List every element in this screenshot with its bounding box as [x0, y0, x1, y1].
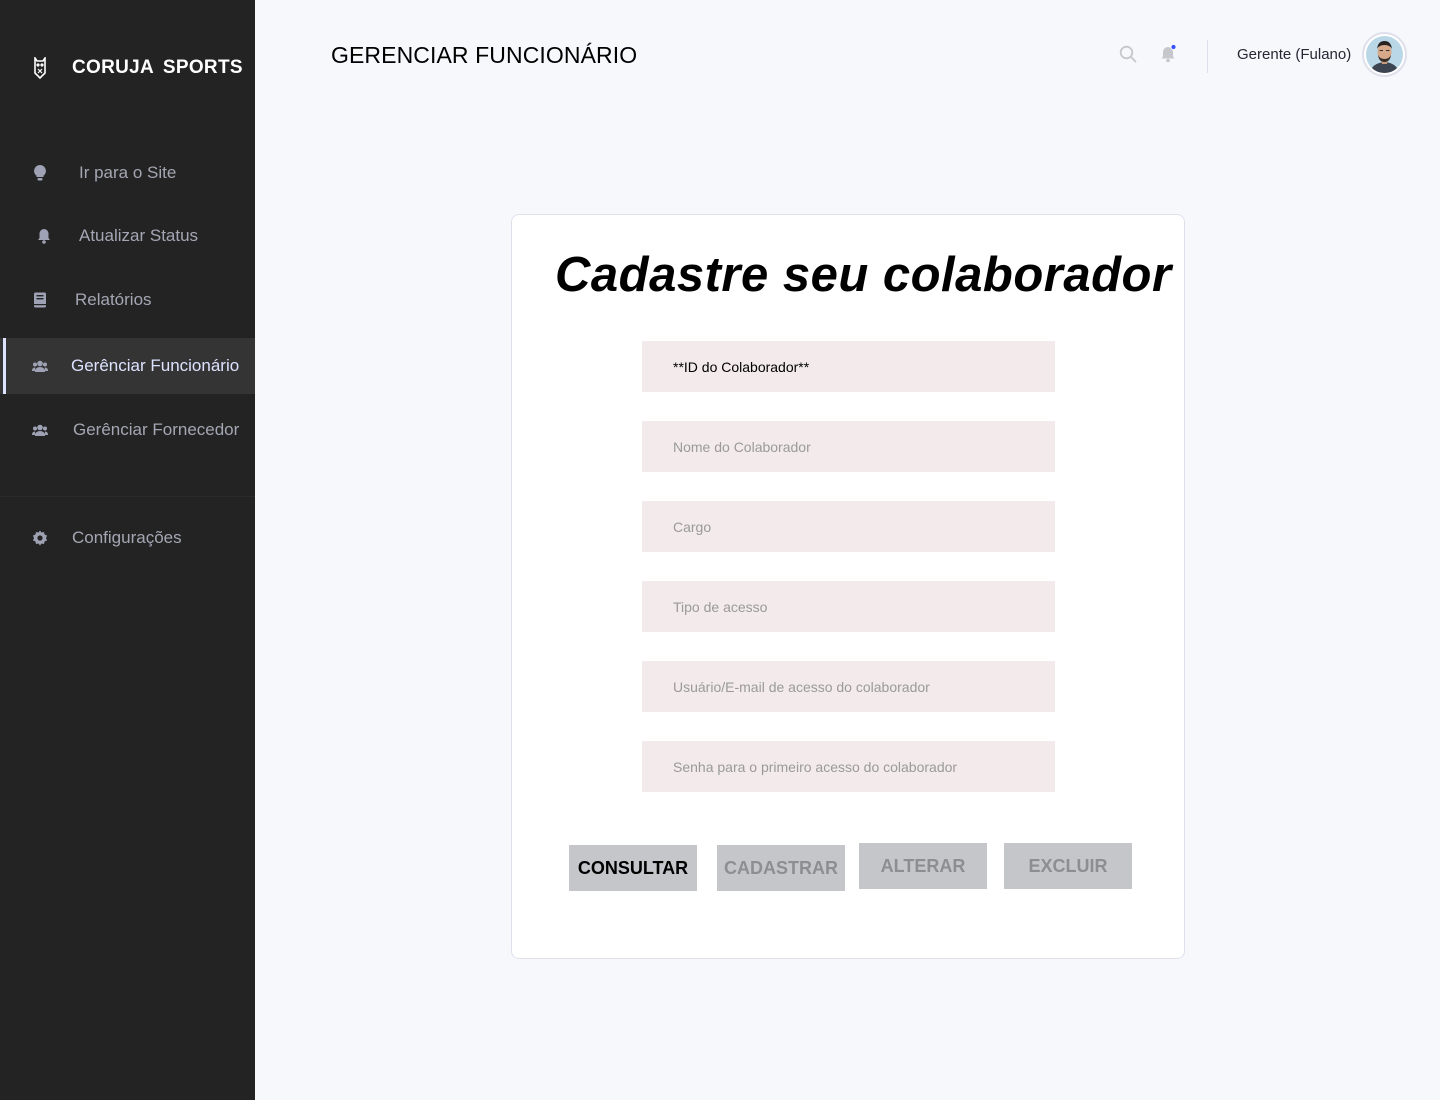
search-icon[interactable]	[1119, 45, 1137, 63]
brand-name: CORUJA SPORTS	[72, 57, 243, 78]
page-title: GERENCIAR FUNCIONÁRIO	[331, 42, 638, 68]
sidebar-item-relatorios[interactable]: Relatórios	[0, 272, 255, 328]
book-icon	[32, 292, 48, 308]
user-email-field[interactable]	[642, 661, 1055, 712]
user-name: Gerente (Fulano)	[1237, 46, 1352, 63]
lightbulb-icon	[32, 165, 48, 181]
sidebar-item-configuracoes[interactable]: Configurações	[0, 510, 255, 566]
users-icon	[32, 358, 48, 374]
sidebar: CORUJA SPORTS Ir para o Site Atualizar S…	[0, 0, 255, 1100]
sidebar-divider	[0, 496, 255, 497]
sidebar-item-ir-para-o-site[interactable]: Ir para o Site	[0, 145, 255, 201]
avatar[interactable]	[1362, 32, 1407, 77]
consultar-button[interactable]: CONSULTAR	[569, 845, 697, 891]
notification-bell-icon[interactable]	[1159, 43, 1177, 63]
owl-logo-icon	[30, 56, 50, 80]
register-card: Cadastre seu colaborador CONSULTAR CADAS…	[511, 214, 1185, 959]
access-type-field[interactable]	[642, 581, 1055, 632]
sidebar-item-label: Gerênciar Funcionário	[71, 356, 240, 375]
role-field[interactable]	[642, 501, 1055, 552]
header-divider	[1207, 40, 1208, 73]
gear-icon	[32, 530, 48, 546]
form-title: Cadastre seu colaborador	[555, 248, 1172, 302]
users-icon	[32, 422, 48, 438]
sidebar-item-gerenciar-funcionario[interactable]: Gerênciar Funcionário	[0, 338, 255, 394]
sidebar-item-gerenciar-fornecedor[interactable]: Gerênciar Fornecedor	[0, 402, 255, 458]
alterar-button[interactable]: ALTERAR	[859, 843, 987, 889]
excluir-button[interactable]: EXCLUIR	[1004, 843, 1132, 889]
sidebar-item-label: Gerênciar Fornecedor	[73, 420, 240, 439]
bell-icon	[36, 228, 52, 244]
sidebar-item-label: Configurações	[72, 528, 182, 547]
collaborator-name-field[interactable]	[642, 421, 1055, 472]
sidebar-item-atualizar-status[interactable]: Atualizar Status	[0, 208, 255, 264]
first-access-password-field[interactable]	[642, 741, 1055, 792]
cadastrar-button[interactable]: CADASTRAR	[717, 845, 845, 891]
sidebar-item-label: Atualizar Status	[79, 226, 199, 245]
collaborator-id-field[interactable]	[642, 341, 1055, 392]
brand[interactable]: CORUJA SPORTS	[30, 56, 243, 80]
sidebar-item-label: Relatórios	[75, 290, 152, 309]
sidebar-item-label: Ir para o Site	[79, 163, 177, 182]
